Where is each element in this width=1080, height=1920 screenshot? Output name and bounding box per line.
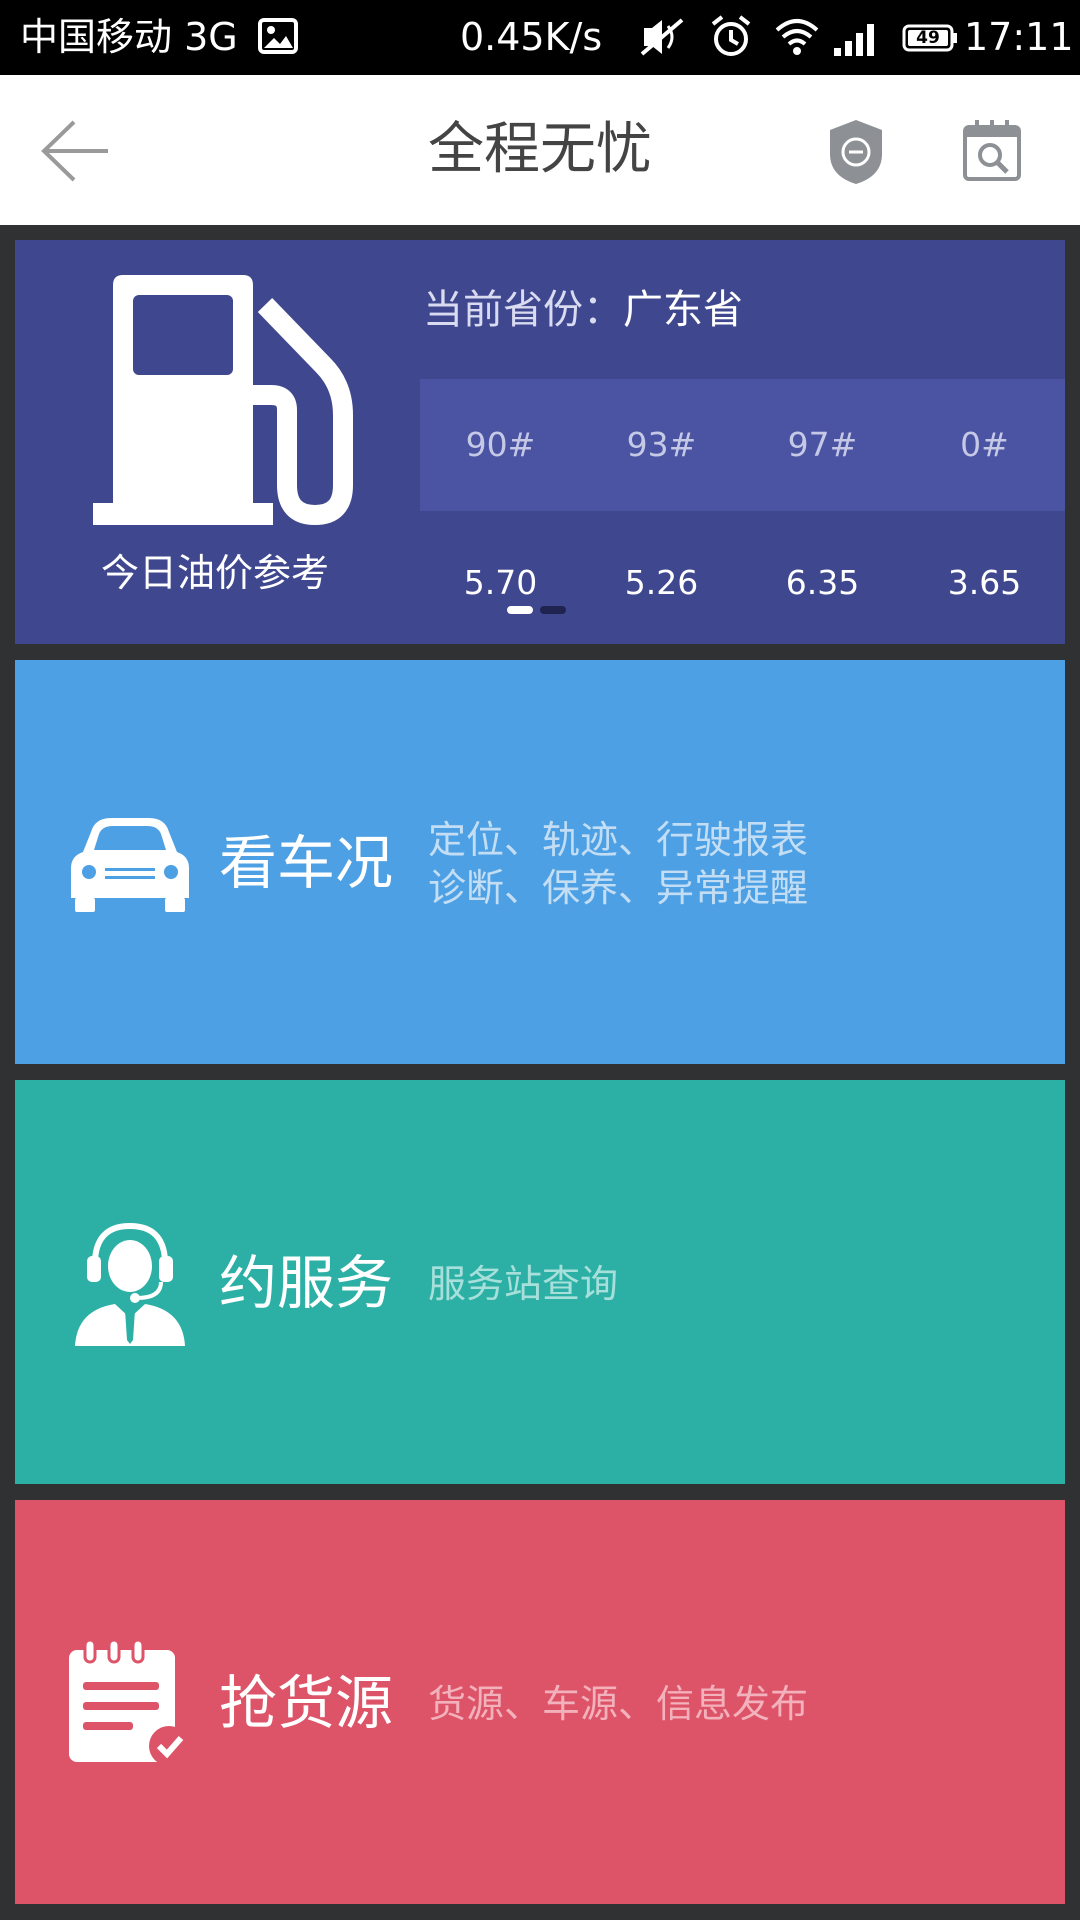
card-title: 抢货源 (219, 1669, 394, 1737)
card-description: 货源、车源、信息发布 (428, 1682, 809, 1726)
wifi-icon (775, 19, 819, 55)
alarm-icon (711, 15, 751, 56)
page-dot (540, 606, 566, 614)
current-province: 当前省份：广东省 (423, 285, 743, 335)
service-booking-card[interactable]: 约服务 服务站查询 (15, 1080, 1065, 1484)
oil-price-caption: 今日油价参考 (100, 551, 329, 595)
page-title: 全程无忧 (428, 117, 652, 182)
app-header: 全程无忧 (0, 75, 1080, 225)
card-description: 定位、轨迹、行驶报表 (428, 818, 809, 862)
fuel-price: 6.35 (785, 563, 860, 602)
mute-icon (640, 18, 684, 56)
fuel-grade: 90# (465, 425, 536, 464)
fuel-price: 3.65 (947, 563, 1022, 602)
card-title: 约服务 (219, 1249, 394, 1317)
fuel-price: 5.26 (624, 563, 699, 602)
carrier-name: 中国移动 3G (20, 15, 238, 59)
cargo-source-card[interactable]: 抢货源 货源、车源、信息发布 (15, 1500, 1065, 1904)
fuel-grade: 97# (787, 425, 858, 464)
status-bar: 中国移动 3G 0.45K/s 49 17:11 (0, 0, 1080, 75)
fuel-grade: 0# (960, 425, 1009, 464)
card-title: 看车况 (219, 829, 394, 897)
fuel-pump-icon (93, 275, 353, 525)
service-agent-icon (75, 1223, 185, 1346)
card-description: 诊断、保养、异常提醒 (428, 866, 809, 910)
battery-icon: 49 (902, 24, 958, 52)
shield-icon[interactable] (826, 118, 886, 186)
image-icon (258, 18, 298, 54)
network-speed: 0.45K/s (460, 15, 603, 59)
fuel-price: 5.70 (463, 563, 538, 602)
province-value: 广东省 (623, 287, 743, 333)
oil-price-card[interactable]: 今日油价参考 当前省份：广东省 90# 93# 97# 0# 5.70 5.26… (15, 240, 1065, 644)
province-label: 当前省份： (423, 287, 623, 333)
car-icon (71, 818, 189, 912)
battery-level: 49 (916, 28, 940, 48)
calendar-search-icon[interactable] (962, 117, 1022, 183)
fuel-grade-row: 90# 93# 97# 0# (420, 379, 1065, 511)
vehicle-status-card[interactable]: 看车况 定位、轨迹、行驶报表 诊断、保养、异常提醒 (15, 660, 1065, 1064)
signal-icon (834, 24, 874, 56)
card-description: 服务站查询 (428, 1262, 619, 1306)
clock: 17:11 (964, 15, 1074, 59)
fuel-grade: 93# (626, 425, 697, 464)
checklist-icon (69, 1638, 189, 1766)
page-dot-active (507, 606, 533, 614)
